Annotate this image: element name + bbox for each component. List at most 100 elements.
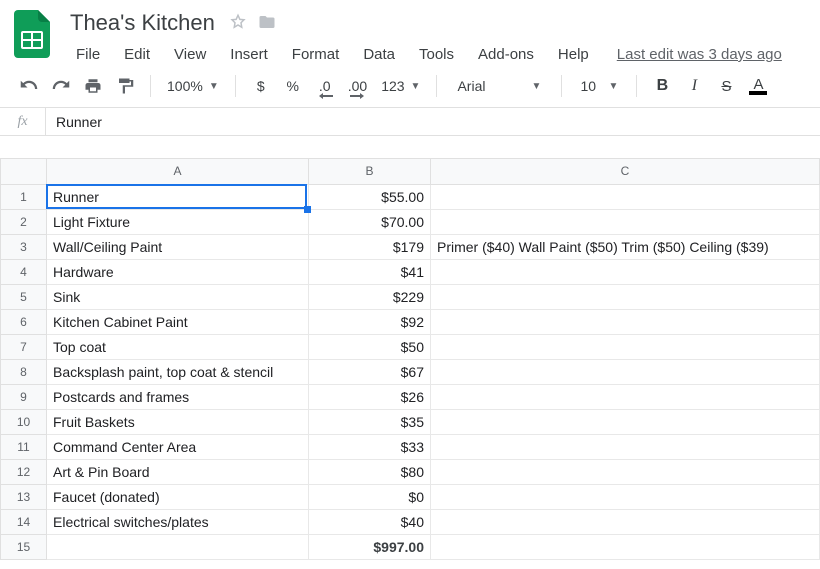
cell[interactable] xyxy=(431,284,820,309)
cell[interactable] xyxy=(431,309,820,334)
document-title[interactable]: Thea's Kitchen xyxy=(66,8,219,38)
cell[interactable]: $70.00 xyxy=(309,209,431,234)
row-header[interactable]: 12 xyxy=(1,459,47,484)
cell[interactable]: Faucet (donated) xyxy=(47,484,309,509)
cell[interactable] xyxy=(431,409,820,434)
selection-fill-handle[interactable] xyxy=(304,206,311,213)
undo-button[interactable] xyxy=(16,73,42,99)
column-header-row: A B C xyxy=(1,158,820,184)
menu-view[interactable]: View xyxy=(164,42,216,67)
row-header[interactable]: 2 xyxy=(1,209,47,234)
cell[interactable]: $50 xyxy=(309,334,431,359)
cell[interactable]: $229 xyxy=(309,284,431,309)
cell[interactable] xyxy=(431,434,820,459)
row-header[interactable]: 15 xyxy=(1,534,47,559)
cell[interactable]: Wall/Ceiling Paint xyxy=(47,234,309,259)
cell[interactable]: $179 xyxy=(309,234,431,259)
cell[interactable] xyxy=(431,509,820,534)
last-edit-link[interactable]: Last edit was 3 days ago xyxy=(617,46,782,63)
menu-insert[interactable]: Insert xyxy=(220,42,278,67)
bold-button[interactable]: B xyxy=(649,73,675,99)
cell[interactable]: Postcards and frames xyxy=(47,384,309,409)
spreadsheet-grid[interactable]: A B C 1Runner$55.002Light Fixture$70.003… xyxy=(0,136,820,569)
row-header[interactable]: 7 xyxy=(1,334,47,359)
row-header[interactable]: 14 xyxy=(1,509,47,534)
column-header-a[interactable]: A xyxy=(47,158,309,184)
menu-data[interactable]: Data xyxy=(353,42,405,67)
row-header[interactable]: 13 xyxy=(1,484,47,509)
cell[interactable] xyxy=(431,184,820,209)
cell[interactable]: Backsplash paint, top coat & stencil xyxy=(47,359,309,384)
cell[interactable] xyxy=(431,259,820,284)
cell[interactable]: Primer ($40) Wall Paint ($50) Trim ($50)… xyxy=(431,234,820,259)
menu-edit[interactable]: Edit xyxy=(114,42,160,67)
cell[interactable]: Hardware xyxy=(47,259,309,284)
menu-help[interactable]: Help xyxy=(548,42,599,67)
cell[interactable]: $35 xyxy=(309,409,431,434)
table-row: 1Runner$55.00 xyxy=(1,184,820,209)
row-header[interactable]: 6 xyxy=(1,309,47,334)
italic-button[interactable]: I xyxy=(681,73,707,99)
row-header[interactable]: 5 xyxy=(1,284,47,309)
increase-decimal-button[interactable]: .00 xyxy=(344,73,371,99)
row-header[interactable]: 4 xyxy=(1,259,47,284)
formula-input[interactable]: Runner xyxy=(46,114,820,130)
cell[interactable]: $40 xyxy=(309,509,431,534)
menu-addons[interactable]: Add-ons xyxy=(468,42,544,67)
cell[interactable]: $41 xyxy=(309,259,431,284)
column-header-b[interactable]: B xyxy=(309,158,431,184)
redo-button[interactable] xyxy=(48,73,74,99)
cell[interactable]: Runner xyxy=(47,184,309,209)
font-family-select[interactable]: Arial ▼ xyxy=(449,73,549,99)
print-button[interactable] xyxy=(80,73,106,99)
cell[interactable]: $26 xyxy=(309,384,431,409)
row-header[interactable]: 3 xyxy=(1,234,47,259)
cell[interactable]: Command Center Area xyxy=(47,434,309,459)
strikethrough-button[interactable]: S xyxy=(713,73,739,99)
column-header-c[interactable]: C xyxy=(431,158,820,184)
zoom-select[interactable]: 100% ▼ xyxy=(163,73,223,99)
cell[interactable]: $67 xyxy=(309,359,431,384)
row-header[interactable]: 1 xyxy=(1,184,47,209)
font-size-select[interactable]: 10 ▼ xyxy=(574,73,624,99)
row-header[interactable]: 10 xyxy=(1,409,47,434)
decrease-decimal-button[interactable]: .0 xyxy=(312,73,338,99)
menu-format[interactable]: Format xyxy=(282,42,350,67)
cell[interactable] xyxy=(431,359,820,384)
menu-tools[interactable]: Tools xyxy=(409,42,464,67)
menu-file[interactable]: File xyxy=(66,42,110,67)
format-currency-button[interactable]: $ xyxy=(248,73,274,99)
cell[interactable]: Fruit Baskets xyxy=(47,409,309,434)
cell[interactable]: Art & Pin Board xyxy=(47,459,309,484)
cell[interactable]: Electrical switches/plates xyxy=(47,509,309,534)
select-all-corner[interactable] xyxy=(1,158,47,184)
cell[interactable] xyxy=(431,334,820,359)
move-folder-icon[interactable] xyxy=(257,13,277,34)
cell[interactable] xyxy=(431,209,820,234)
row-header[interactable]: 11 xyxy=(1,434,47,459)
cell[interactable]: $0 xyxy=(309,484,431,509)
text-color-button[interactable]: A xyxy=(745,73,771,99)
cell[interactable]: Top coat xyxy=(47,334,309,359)
cell[interactable] xyxy=(431,534,820,559)
paint-format-button[interactable] xyxy=(112,73,138,99)
cell[interactable]: $33 xyxy=(309,434,431,459)
cell[interactable]: $55.00 xyxy=(309,184,431,209)
star-icon[interactable] xyxy=(229,13,247,34)
cell[interactable]: $92 xyxy=(309,309,431,334)
sheets-app-icon[interactable] xyxy=(12,8,52,60)
cell[interactable]: Light Fixture xyxy=(47,209,309,234)
cell[interactable] xyxy=(47,534,309,559)
cell[interactable] xyxy=(431,384,820,409)
cell[interactable]: $997.00 xyxy=(309,534,431,559)
cell[interactable] xyxy=(431,459,820,484)
cell[interactable]: $80 xyxy=(309,459,431,484)
number-format-select[interactable]: 123 ▼ xyxy=(377,73,424,99)
cell[interactable] xyxy=(431,484,820,509)
row-header[interactable]: 8 xyxy=(1,359,47,384)
table-row: 15 $997.00 xyxy=(1,534,820,559)
cell[interactable]: Sink xyxy=(47,284,309,309)
cell[interactable]: Kitchen Cabinet Paint xyxy=(47,309,309,334)
row-header[interactable]: 9 xyxy=(1,384,47,409)
format-percent-button[interactable]: % xyxy=(280,73,306,99)
